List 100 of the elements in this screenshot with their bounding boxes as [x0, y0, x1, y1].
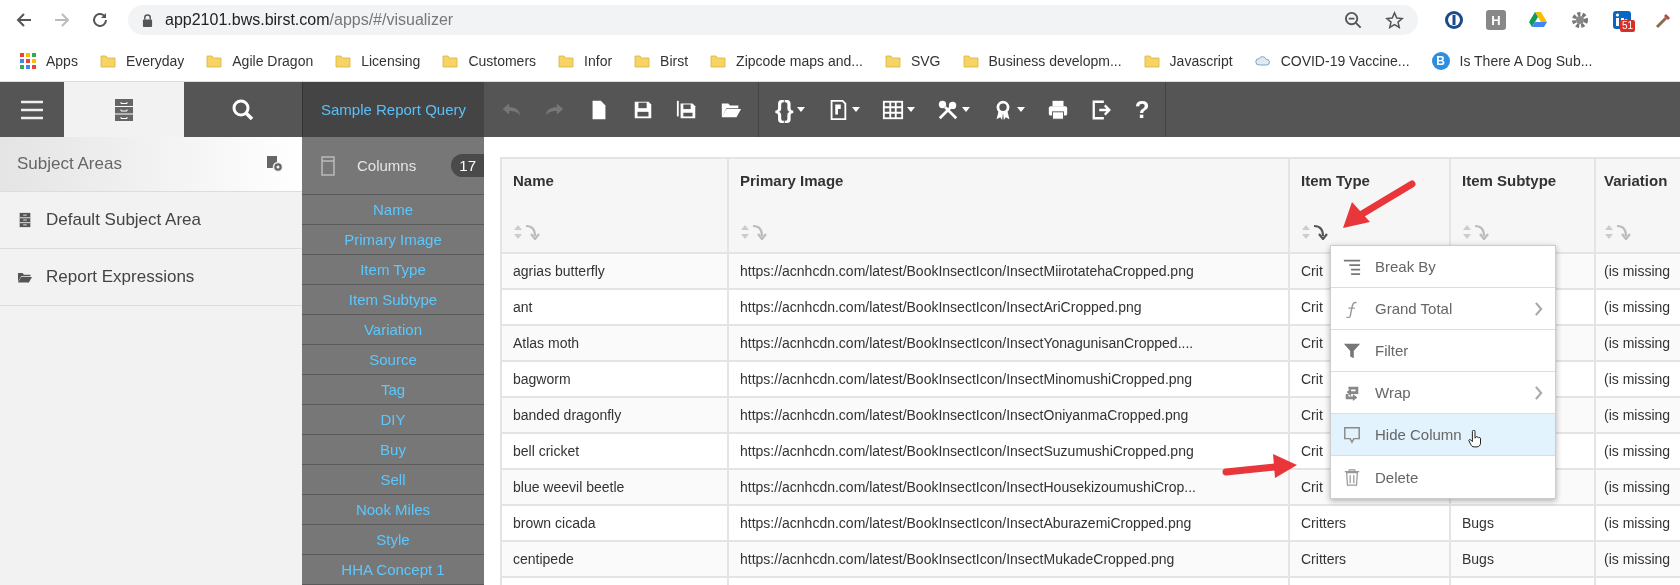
folder-icon — [558, 52, 575, 69]
list-icon — [1343, 257, 1361, 276]
table-cell: (is missing — [1604, 263, 1671, 279]
table-cell: Atlas moth — [513, 335, 580, 351]
column-header[interactable]: Item Type — [1301, 172, 1370, 189]
column-header[interactable]: Item Subtype — [1462, 172, 1557, 189]
toolbar-button[interactable]: ? — [1134, 92, 1150, 127]
column-header[interactable]: Name — [513, 172, 554, 189]
bookmark[interactable]: Zipcode maps and... — [710, 52, 863, 69]
speech-bubble-icon — [1343, 425, 1361, 444]
folder-icon — [634, 52, 651, 69]
table-cell: bagworm — [513, 371, 571, 387]
filter-icon — [1343, 341, 1361, 360]
table-cell: Critters — [1301, 515, 1347, 531]
menu-item[interactable]: Hide Column — [1331, 414, 1555, 456]
folder-icon — [1143, 52, 1160, 69]
site-icon: B — [1431, 51, 1450, 70]
folder-icon — [99, 52, 116, 69]
table-cell: banded dragonfly — [513, 407, 622, 423]
table-cell: Crit — [1301, 479, 1323, 495]
bookmark[interactable]: Licensing — [335, 52, 421, 69]
sidebar-tab[interactable] — [64, 82, 184, 137]
address-bar[interactable]: app2101.bws.birst.com/apps/#/visualizer — [128, 5, 1418, 35]
table-cell: agrias butterfly — [513, 263, 605, 279]
table-cell: (is missing — [1604, 371, 1671, 387]
table-cell: https://acnhcdn.com/latest/BookInsectIcon/InsectSuzumushiCropped.png — [740, 443, 1194, 459]
table-cell: https://acnhcdn.com/latest/BookInsectIcon/InsectAriCropped.png — [740, 299, 1142, 315]
toolbar-button[interactable]: {} — [775, 92, 805, 127]
table-cell: brown cicada — [513, 515, 596, 531]
table-cell: bell cricket — [513, 443, 580, 459]
folder-icon — [442, 52, 459, 69]
trash-icon — [1343, 468, 1361, 486]
table-cell: Crit — [1301, 407, 1323, 423]
table-cell: (is missing — [1604, 515, 1671, 531]
bookmark[interactable]: Everyday — [99, 52, 185, 69]
cabinet-icon — [18, 212, 32, 228]
bookmark[interactable]: SVG — [884, 52, 941, 69]
table-cell: Crit — [1301, 443, 1323, 459]
search-icon — [231, 97, 255, 122]
zoom-out-icon[interactable] — [1344, 10, 1363, 30]
notification-badge: 51 — [1620, 20, 1636, 32]
settings-icon[interactable] — [266, 155, 284, 173]
lock-icon — [142, 13, 153, 27]
bookmark[interactable]: B Is There A Dog Sub... — [1431, 51, 1593, 70]
folder-icon — [884, 52, 901, 69]
bookmark[interactable]: Javascript — [1143, 52, 1233, 69]
bookmark[interactable]: Apps — [20, 52, 78, 69]
table-cell: (is missing — [1604, 299, 1671, 315]
table-cell: https://acnhcdn.com/latest/BookInsectIcon/InsectOniyanmaCropped.png — [740, 407, 1189, 423]
bookmark[interactable]: Infor — [558, 52, 613, 69]
extension-icon[interactable]: H — [1486, 10, 1506, 30]
folder-icon — [206, 52, 223, 69]
bookmark[interactable]: Agile Dragon — [206, 52, 314, 69]
menu-item[interactable]: Grand Total — [1331, 288, 1555, 330]
sort-icon[interactable] — [1301, 224, 1331, 240]
apps-grid-icon — [20, 52, 36, 69]
folder-icon — [710, 52, 727, 69]
table-cell: Crit — [1301, 299, 1323, 315]
folder-icon — [335, 52, 352, 69]
column-header[interactable]: Primary Image — [740, 172, 844, 189]
gear-icon[interactable] — [1570, 10, 1590, 30]
tools-icon — [936, 98, 959, 121]
menu-item[interactable]: Filter — [1331, 330, 1555, 372]
table-cell: (is missing — [1604, 407, 1671, 423]
table-cell: (is missing — [1604, 551, 1671, 567]
export-icon — [1090, 98, 1113, 121]
grid-icon — [881, 98, 904, 121]
table-cell: https://acnhcdn.com/latest/BookInsectIcon/InsectHousekizoumushiCrop... — [740, 479, 1196, 495]
table-cell: Crit — [1301, 335, 1323, 351]
bookmark[interactable]: COVID-19 Vaccine... — [1254, 52, 1410, 69]
table-cell: ant — [513, 299, 533, 315]
table-cell: Critters — [1301, 551, 1347, 567]
table-cell: (is missing — [1604, 479, 1671, 495]
column-header[interactable]: Variation — [1604, 172, 1668, 189]
menu-item[interactable]: Break By — [1331, 246, 1555, 288]
table-cell: centipede — [513, 551, 574, 567]
bookmark[interactable]: Birst — [634, 52, 689, 69]
table-cell: https://acnhcdn.com/latest/BookInsectIcon/InsectYonagunisanCropped.... — [740, 335, 1194, 351]
star-icon[interactable] — [1385, 10, 1404, 30]
table-cell: blue weevil beetle — [513, 479, 625, 495]
bookmark[interactable]: Customers — [442, 52, 537, 69]
table-cell: https://acnhcdn.com/latest/BookInsectIcon/InsectMiirotatehaCropped.png — [740, 263, 1194, 279]
print-icon — [1046, 98, 1069, 121]
panel-title: Subject Areas — [17, 154, 122, 174]
reload-icon[interactable] — [90, 10, 110, 30]
table-cell: (is missing — [1604, 443, 1671, 459]
pointer-cursor-icon — [1467, 429, 1482, 448]
table-cell: https://acnhcdn.com/latest/BookInsectIcon/InsectMinomushiCropped.png — [740, 371, 1193, 387]
table-cell: (is missing — [1604, 335, 1671, 351]
menu-item[interactable]: Delete — [1331, 456, 1555, 498]
cabinet-icon — [112, 97, 136, 122]
count-badge: 17 — [451, 154, 484, 177]
table-cell: Bugs — [1462, 551, 1494, 567]
table-cell: Crit — [1301, 263, 1323, 279]
bookmark[interactable]: Business developm... — [962, 52, 1122, 69]
save-as-icon — [676, 98, 698, 121]
table-cell: https://acnhcdn.com/latest/BookInsectIcon/InsectMukadeCropped.png — [740, 551, 1175, 567]
document-icon — [321, 155, 335, 176]
drive-icon[interactable] — [1528, 10, 1548, 30]
extension-icon[interactable] — [1444, 10, 1464, 30]
